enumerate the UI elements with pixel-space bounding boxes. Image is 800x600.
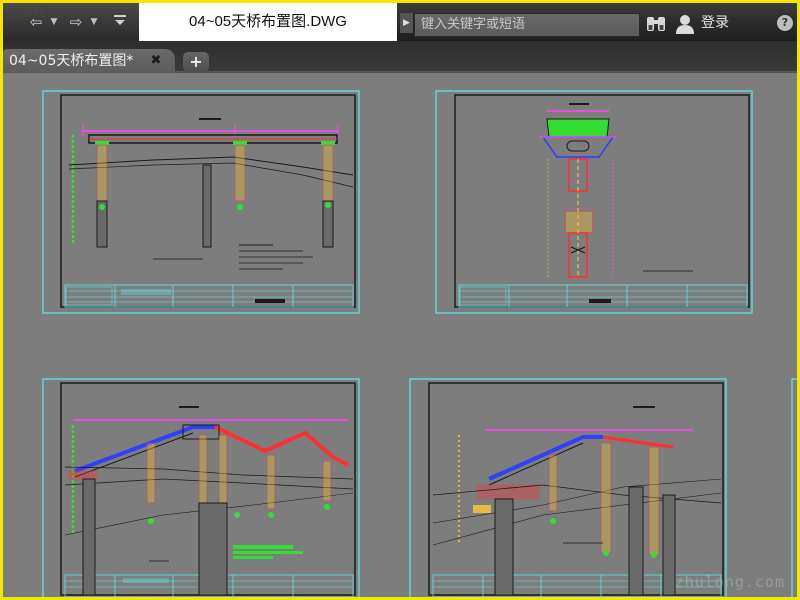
tab-label: 04~05天桥布置图* (9, 53, 134, 69)
close-icon[interactable]: ✖ (149, 54, 163, 68)
drawing-canvas[interactable]: zhulong.com (3, 75, 797, 597)
login-button[interactable]: 登录 (701, 12, 729, 34)
user-icon[interactable] (675, 13, 695, 35)
search-input[interactable]: 键入关键字或短语 (414, 13, 640, 37)
title-bar: 中国建筑网 ⇦ ▼ ⇨ ▼ 04~05天桥布置图.DWG ▶ 键入关键字或短语 (3, 3, 797, 41)
redo-dropdown[interactable]: ▼ (89, 13, 99, 31)
drawing-svg (3, 75, 797, 597)
quick-access-toolbar: 中国建筑网 ⇦ ▼ ⇨ ▼ (3, 3, 139, 41)
search-expand-arrow[interactable]: ▶ (400, 13, 414, 33)
new-tab-button[interactable]: + (183, 52, 209, 72)
document-tab-bar: 04~05天桥布置图* ✖ + (3, 41, 797, 73)
watermark-top-left: 中国建筑网 (5, 4, 75, 20)
app-window: 中国建筑网 ⇦ ▼ ⇨ ▼ 04~05天桥布置图.DWG ▶ 键入关键字或短语 (0, 0, 800, 600)
tab-drawing[interactable]: 04~05天桥布置图* ✖ (3, 49, 175, 73)
watermark-bottom-right: zhulong.com (674, 573, 785, 591)
quick-access-menu-icon[interactable] (109, 12, 131, 32)
document-title: 04~05天桥布置图.DWG (139, 3, 397, 41)
binoculars-icon[interactable] (645, 15, 667, 33)
help-icon[interactable]: ? (777, 15, 793, 31)
